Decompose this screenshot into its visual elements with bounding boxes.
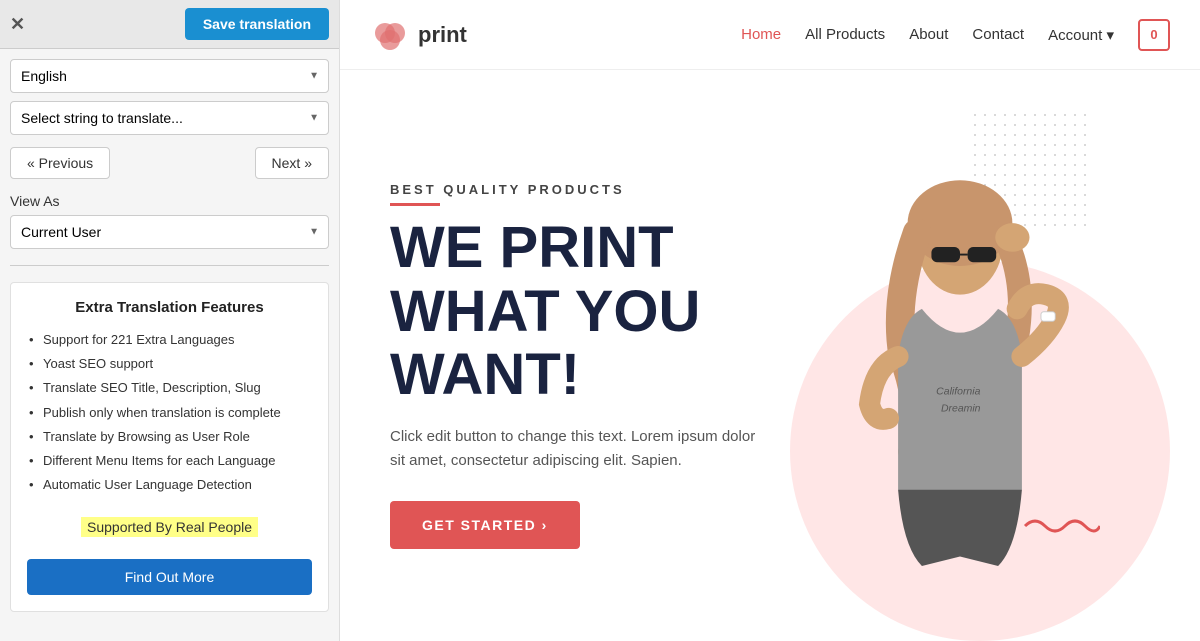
logo-text: print: [418, 22, 467, 48]
supported-real-people-label: Supported By Real People: [81, 517, 258, 537]
nav-buttons: « Previous Next »: [10, 147, 329, 179]
hero-title-line2: WHAT YOU: [390, 279, 700, 344]
nav-item-contact[interactable]: Contact: [972, 26, 1024, 44]
save-translation-button[interactable]: Save translation: [185, 8, 329, 40]
website-panel: print Home All Products About Contact Ac…: [340, 0, 1200, 641]
nav-link-products[interactable]: All Products: [805, 26, 885, 43]
language-select[interactable]: English Spanish French German: [10, 59, 329, 93]
panel-body: English Spanish French German Select str…: [0, 49, 339, 630]
view-as-select[interactable]: Current User Guest Admin: [10, 215, 329, 249]
nav-link-account[interactable]: Account ▾: [1048, 26, 1114, 44]
hero-image-area: California Dreamin: [770, 110, 1150, 621]
list-item: Yoast SEO support: [27, 352, 312, 376]
nav-link-about[interactable]: About: [909, 26, 948, 43]
list-item: Publish only when translation is complet…: [27, 401, 312, 425]
features-title: Extra Translation Features: [27, 299, 312, 316]
hero-content: BEST QUALITY PRODUCTS WE PRINT WHAT YOU …: [390, 110, 770, 621]
list-item: Support for 221 Extra Languages: [27, 328, 312, 352]
nav-item-about[interactable]: About: [909, 26, 948, 44]
site-hero: BEST QUALITY PRODUCTS WE PRINT WHAT YOU …: [340, 70, 1200, 641]
nav-item-account[interactable]: Account ▾: [1048, 26, 1114, 44]
cart-item[interactable]: 0: [1138, 19, 1170, 51]
svg-text:Dreamin: Dreamin: [941, 403, 981, 414]
hero-title-line3: WANT!: [390, 342, 580, 407]
site-nav: print Home All Products About Contact Ac…: [340, 0, 1200, 70]
list-item: Translate SEO Title, Description, Slug: [27, 376, 312, 400]
features-list: Support for 221 Extra Languages Yoast SE…: [27, 328, 312, 497]
hero-person-image: California Dreamin: [820, 166, 1100, 566]
nav-item-products[interactable]: All Products: [805, 26, 885, 44]
site-logo: print: [370, 15, 467, 55]
list-item: Automatic User Language Detection: [27, 473, 312, 497]
list-item: Different Menu Items for each Language: [27, 449, 312, 473]
hero-title-line1: WE PRINT: [390, 215, 674, 280]
get-started-button[interactable]: GET STARTED ›: [390, 501, 580, 549]
nav-link-contact[interactable]: Contact: [972, 26, 1024, 43]
view-as-select-wrapper: Current User Guest Admin: [10, 215, 329, 249]
find-out-more-button[interactable]: Find Out More: [27, 559, 312, 595]
squiggle-decoration: [1020, 511, 1100, 541]
list-item: Translate by Browsing as User Role: [27, 425, 312, 449]
hero-subtitle: BEST QUALITY PRODUCTS: [390, 182, 770, 206]
hero-description: Click edit button to change this text. L…: [390, 425, 770, 473]
next-button[interactable]: Next »: [255, 147, 329, 179]
svg-text:California: California: [936, 386, 980, 397]
nav-links: Home All Products About Contact Account …: [741, 19, 1170, 51]
view-as-label: View As: [10, 193, 329, 209]
panel-top-bar: ✕ Save translation: [0, 0, 339, 49]
hero-title: WE PRINT WHAT YOU WANT!: [390, 216, 770, 407]
features-box: Extra Translation Features Support for 2…: [10, 282, 329, 612]
translation-panel: ✕ Save translation English Spanish Frenc…: [0, 0, 340, 641]
nav-item-home[interactable]: Home: [741, 26, 781, 44]
string-select-wrapper: Select string to translate...: [10, 101, 329, 135]
view-as-section: View As Current User Guest Admin: [10, 193, 329, 249]
language-select-wrapper: English Spanish French German: [10, 59, 329, 93]
logo-icon: [370, 15, 410, 55]
nav-link-home[interactable]: Home: [741, 26, 781, 43]
cart-badge[interactable]: 0: [1138, 19, 1170, 51]
previous-button[interactable]: « Previous: [10, 147, 110, 179]
close-button[interactable]: ✕: [10, 14, 25, 35]
string-select[interactable]: Select string to translate...: [10, 101, 329, 135]
divider: [10, 265, 329, 266]
